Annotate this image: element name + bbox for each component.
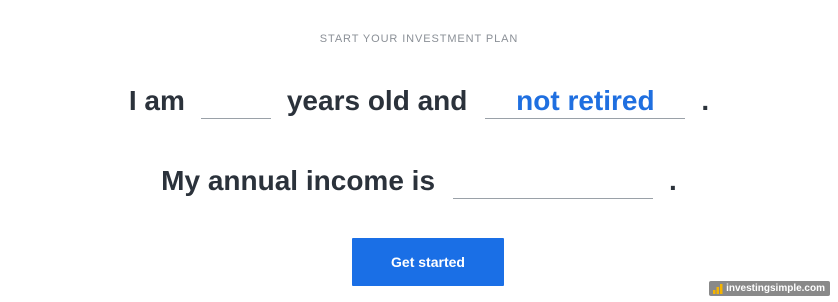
annual-income-input[interactable] (453, 164, 654, 199)
age-input[interactable] (200, 84, 271, 119)
get-started-button[interactable]: Get started (352, 238, 504, 286)
sentence1-period: . (701, 85, 710, 116)
retirement-status-select[interactable]: not retired (485, 84, 686, 119)
watermark-text: investingsimple.com (726, 283, 825, 294)
sentence2-period: . (669, 165, 677, 196)
page-eyebrow: START YOUR INVESTMENT PLAN (319, 33, 519, 45)
sentence1-prefix: I am (128, 85, 185, 116)
sentence1-middle: years old and (286, 85, 468, 116)
site-watermark: investingsimple.com (709, 281, 830, 296)
income-sentence: My annual income is . (0, 164, 838, 199)
bar-chart-icon (713, 283, 723, 294)
age-retirement-sentence: I am years old and not retired . (0, 84, 838, 119)
sentence2-prefix: My annual income is (161, 165, 436, 196)
